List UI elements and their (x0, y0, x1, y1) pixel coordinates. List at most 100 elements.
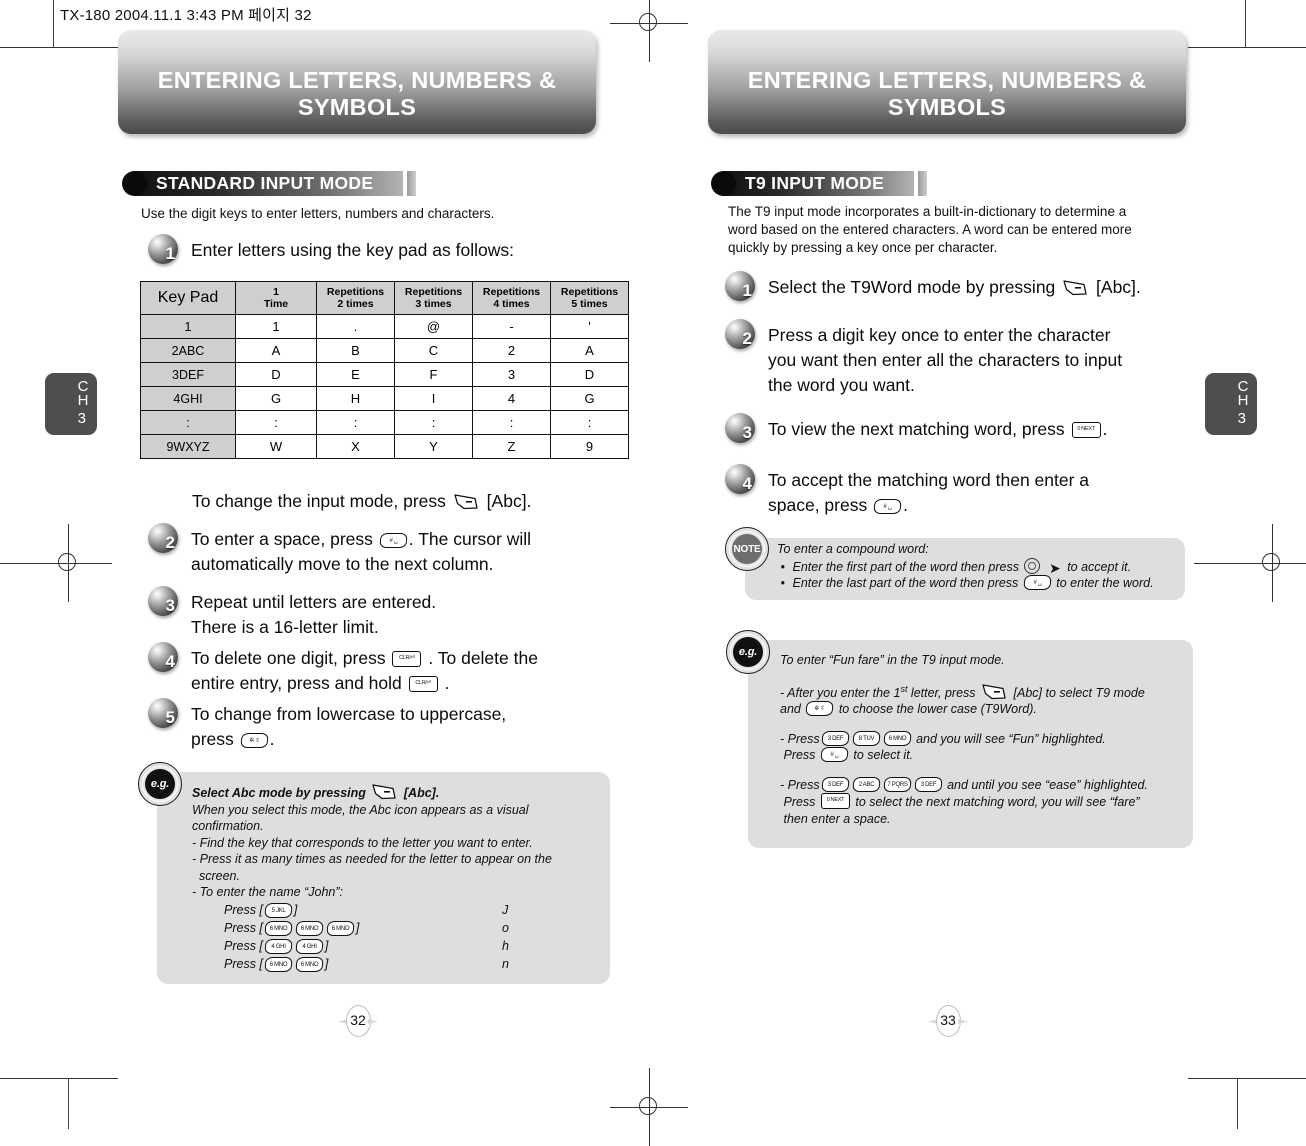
digit-key-icon: 4 GHI (264, 939, 293, 954)
clr-key-icon: CLR/⏎ (408, 676, 438, 692)
press-result: n (502, 957, 509, 972)
note-bullet-icon: • (777, 559, 785, 574)
right-intro-l1: The T9 input mode incorporates a built-i… (728, 204, 1127, 219)
pound-space-key-icon: # ␣ (873, 499, 902, 514)
right-eg-p2-keys: 3 DEF 8 TUV 6 MNO (820, 730, 913, 746)
softkey-abc-icon (371, 784, 398, 801)
t9-step-3-a: To view the next matching word, press (768, 419, 1065, 439)
keypad-table: Key Pad 1 Time Repetitions 2 times Repet… (140, 281, 629, 459)
keypad-cell: 4 (472, 386, 551, 411)
digit-key-icon: 3 DEF (820, 730, 850, 746)
left-banner-title: ENTERING LETTERS, NUMBERS & SYMBOLS (157, 67, 557, 120)
right-eg-body: To enter “Fun fare” in the T9 input mode… (780, 652, 1185, 827)
rep-label: Repetitions (326, 286, 385, 298)
table-row: 3DEF D E F 3 D (140, 362, 629, 387)
step-5-a: To change from lowercase to uppercase, (191, 704, 507, 724)
step-number-1: 1 (165, 244, 175, 263)
digit-key-icon: 6 MNO (264, 957, 293, 972)
left-eg-l3: - Find the key that corresponds to the l… (192, 835, 533, 850)
col-header-rep5: Repetitions 5 times (550, 281, 629, 315)
keypad-cell: : (235, 410, 317, 435)
press-row: Press [6 MNO 6 MNO 6 MNO] o (224, 920, 602, 938)
t9-step-4: 4 To accept the matching word then enter… (725, 464, 1188, 518)
keypad-table-body: 1 1. @ - ' 2ABC A B C 2 A 3DEF D E F 3 D 4GHI G H I 4 G::::::9… (140, 314, 629, 459)
t9-step-2-b: you want then enter all the characters t… (768, 350, 1123, 370)
digit-key-icon: 6 MNO (295, 957, 324, 972)
pound-space-key-icon: # ␣ (379, 533, 408, 548)
left-eg-l6: - To enter the name “John”: (192, 885, 344, 899)
left-eg-title: Select Abc mode by pressing [Abc]. (192, 784, 439, 801)
table-row: 2ABC A B C 2 A (140, 338, 629, 363)
press-label: Press [ (224, 957, 263, 972)
keypad-cell: . (316, 314, 395, 339)
keypad-cell: 3 (472, 362, 551, 387)
digit-key-icon: 3 DEF (820, 776, 850, 792)
softkey-abc-icon (981, 684, 1008, 701)
step-badge-2: 2 (148, 523, 178, 553)
t9-step-1-b: [Abc]. (1096, 277, 1141, 297)
right-eg-p2-b: and you will see “Fun” highlighted. (916, 731, 1106, 746)
keypad-row-key: : (140, 410, 236, 435)
right-intro-l3: quickly by pressing a key once per chara… (728, 240, 998, 255)
page-number-left-text: 32 (350, 1012, 366, 1028)
note-title: To enter a compound word: (777, 542, 929, 556)
rep-label: Repetitions (404, 286, 463, 298)
keypad-cell: 1 (235, 314, 317, 339)
step-5-text: To change from lowercase to uppercase, p… (191, 702, 591, 752)
t9-step-badge-1: 1 (725, 271, 755, 301)
keypad-row-key: 2ABC (140, 338, 236, 363)
t9-step-badge-3: 3 (725, 413, 755, 443)
keypad-cell: X (316, 434, 395, 459)
left-eg-l1: When you select this mode, the Abc icon … (192, 802, 529, 817)
section-bullet-icon (122, 171, 147, 196)
chapter-tab-right-number: 3 (1237, 410, 1246, 427)
digit-key-icon: 6 MNO (882, 730, 912, 746)
keypad-cell: - (472, 314, 551, 339)
step-2: 2 To enter a space, press # ␣. The curso… (148, 523, 591, 577)
digit-key-icon: 3 DEF (913, 776, 943, 792)
t9-step-4-b: space, press (768, 495, 868, 515)
digit-key-icon: 6 MNO (295, 921, 324, 936)
col-header-rep3: Repetitions 3 times (394, 281, 473, 315)
eg-badge-icon: e.g. (138, 762, 182, 806)
t9-step-number-4: 4 (742, 474, 752, 493)
keypad-cell: W (235, 434, 317, 459)
zero-next-key-icon: 0 NEXT (1071, 422, 1101, 438)
step-5-b: press (191, 729, 234, 749)
step-4-text: To delete one digit, press CLR/⏎ . To de… (191, 646, 606, 696)
table-header-row: Key Pad 1 Time Repetitions 2 times Repet… (140, 281, 629, 315)
softkey-abc-icon (1062, 280, 1089, 297)
press-row: Press [6 MNO 6 MNO] n (224, 956, 602, 974)
keypad-cell: A (550, 338, 629, 363)
change-input-mode-line: To change the input mode, press [Abc]. (192, 489, 612, 514)
t9-step-2-text: Press a digit key once to enter the char… (768, 323, 1188, 398)
t9-step-1: 1 Select the T9Word mode by pressing [Ab… (725, 271, 1198, 301)
keypad-row-key: 1 (140, 314, 236, 339)
left-eg-title-pre: Select Abc mode by pressing (192, 786, 366, 800)
chapter-tab-left-ch: CH (77, 378, 89, 409)
page-number-right: 33 (928, 1005, 968, 1039)
press-close: ] (293, 903, 298, 918)
keypad-cell: : (394, 410, 473, 435)
right-eg-title: To enter “Fun fare” in the T9 input mode… (780, 653, 1005, 667)
chapter-tab-right-ch: CH (1237, 378, 1249, 409)
right-eg-p1-d: and (780, 702, 801, 717)
chapter-tab-left: CH 3 (45, 373, 97, 435)
press-close: ] (324, 939, 329, 954)
t9-step-1-a: Select the T9Word mode by pressing (768, 277, 1056, 297)
zero-next-key-icon: 0 NEXT (820, 793, 850, 810)
step-3-b: There is a 16-letter limit. (191, 617, 379, 637)
left-eg-l2: confirmation. (192, 819, 264, 833)
press-label: Press [ (224, 939, 263, 954)
keypad-cell: B (316, 338, 395, 363)
col-header-rep4: Repetitions 4 times (472, 281, 551, 315)
section-bar-label: T9 INPUT MODE (723, 171, 915, 196)
keypad-row-key: 4GHI (140, 386, 236, 411)
t9-step-2: 2 Press a digit key once to enter the ch… (725, 319, 1188, 398)
note-body: To enter a compound word: • Enter the fi… (777, 541, 1187, 592)
right-eg-p1-c: [Abc] to select T9 mode (1013, 685, 1145, 700)
nav-key-icon (1024, 557, 1041, 574)
rep4-label: 4 times (493, 298, 530, 310)
keypad-cell: : (316, 410, 395, 435)
press-close: ] (324, 957, 329, 972)
